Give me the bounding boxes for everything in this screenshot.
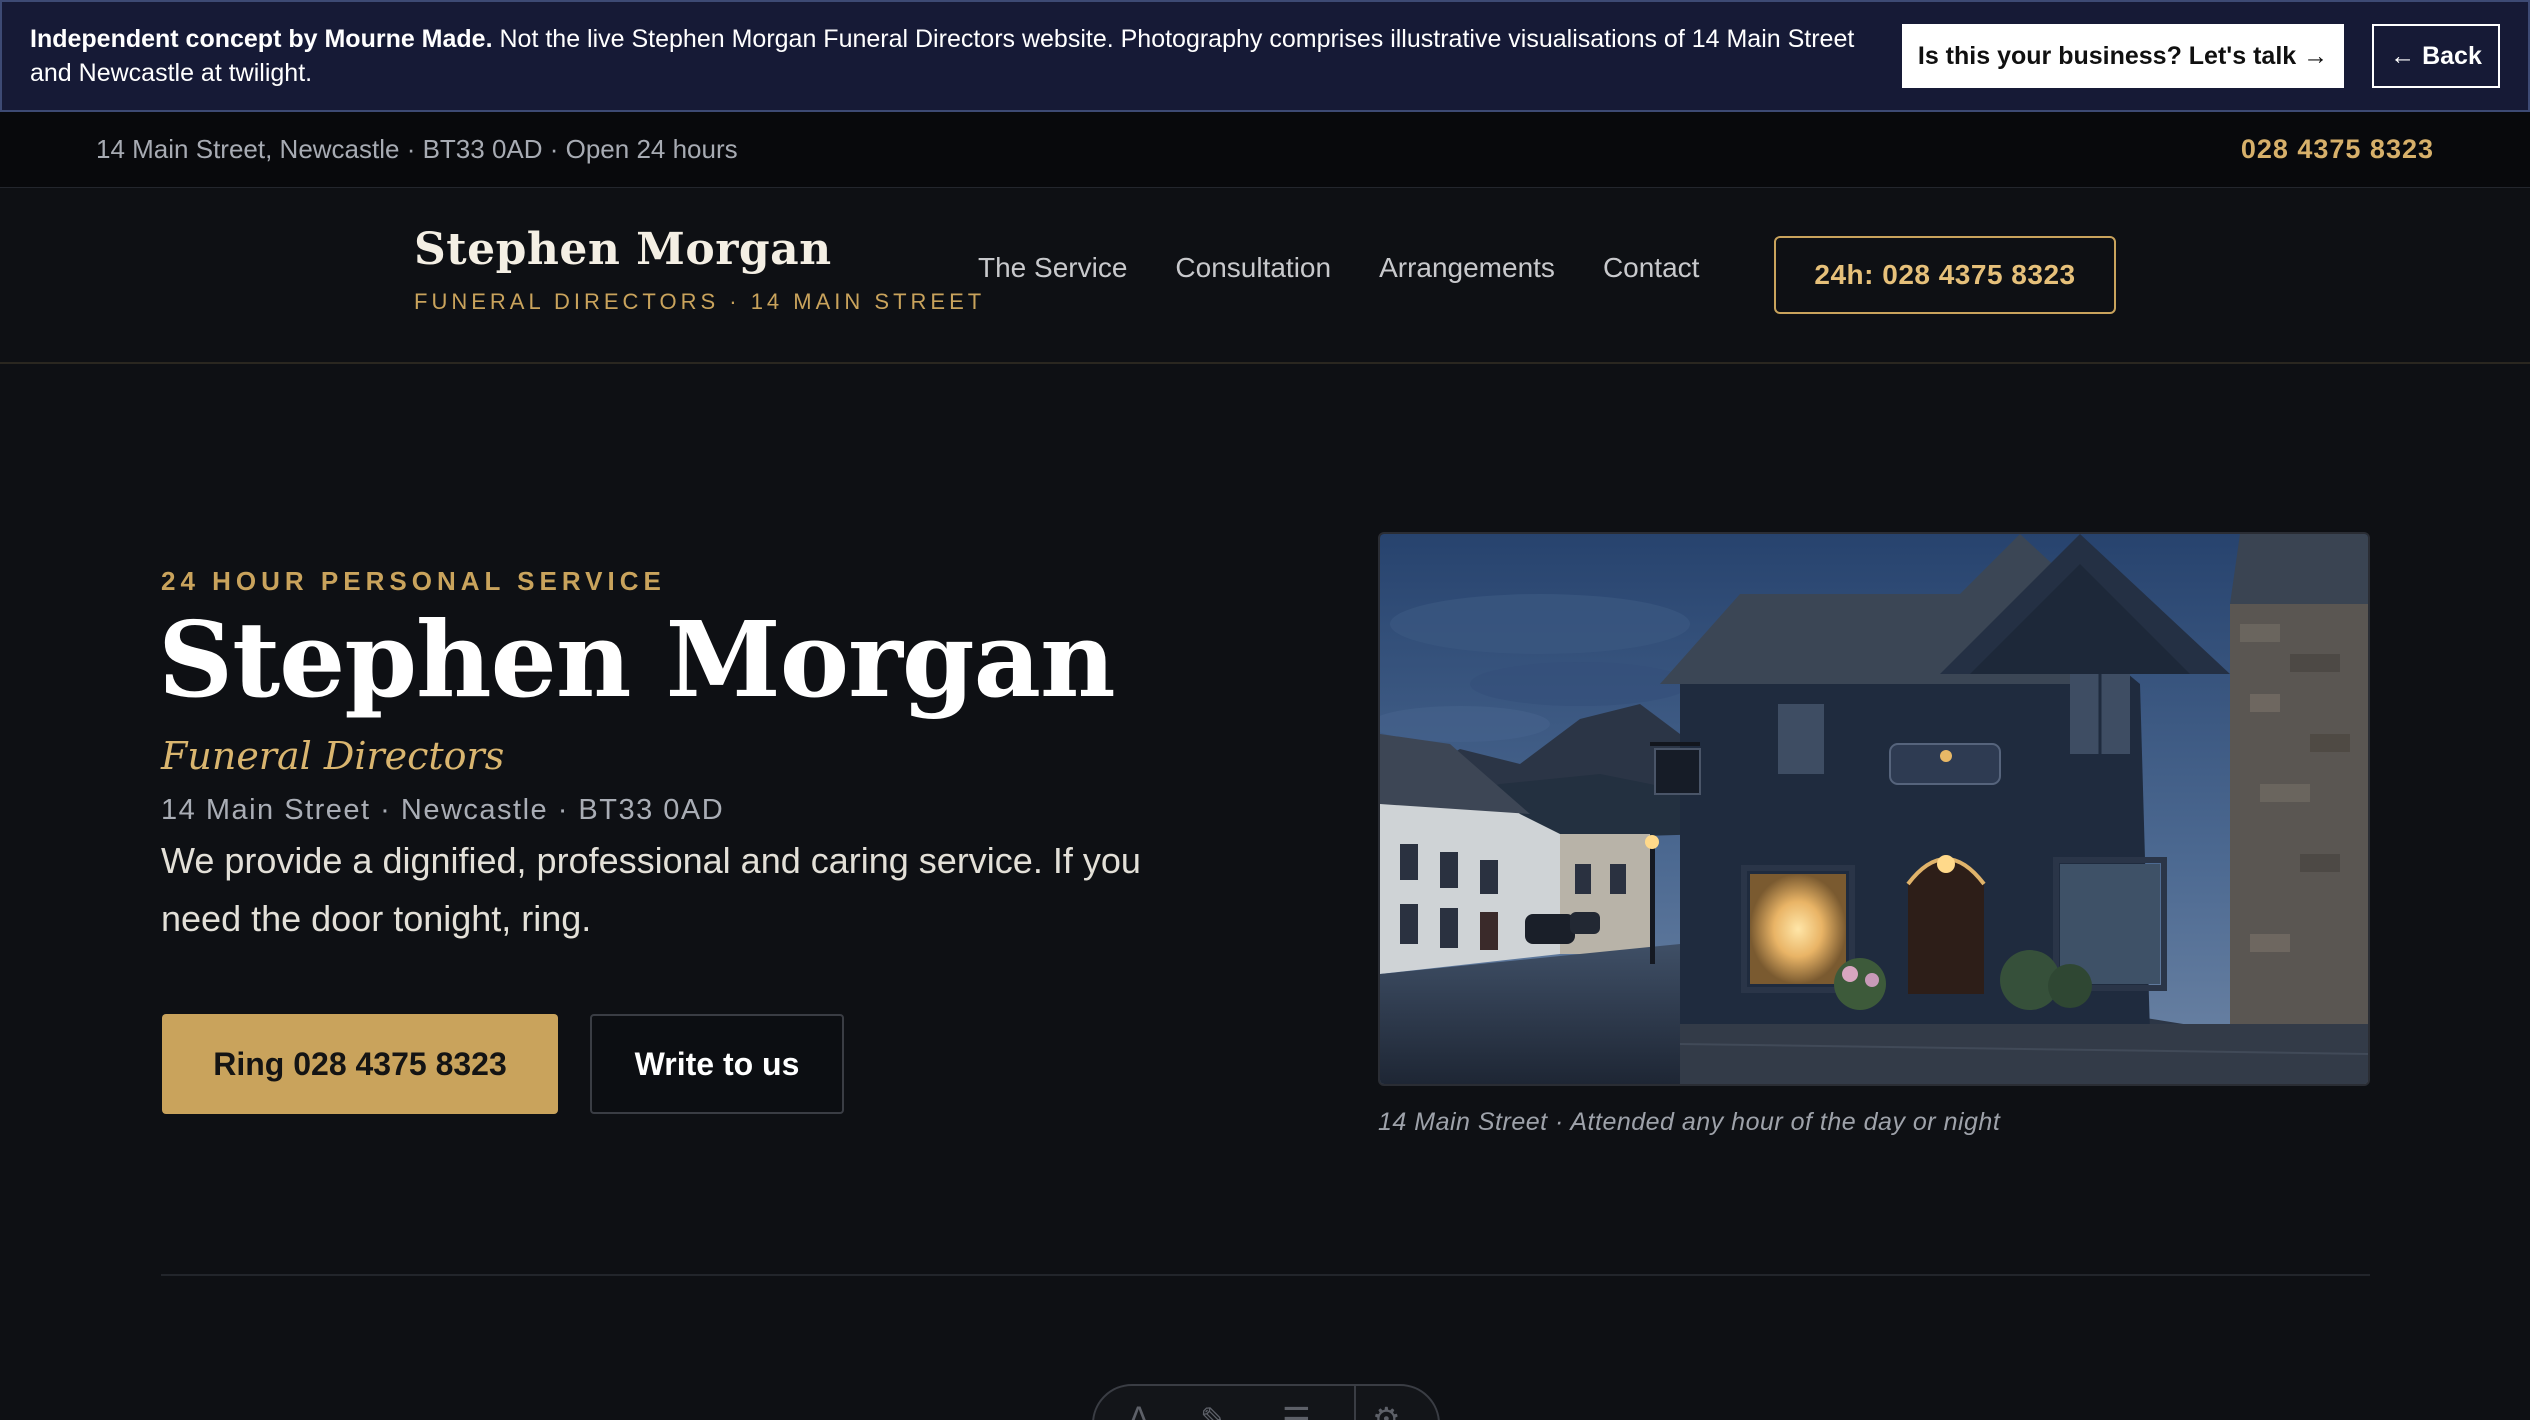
lets-talk-button[interactable]: Is this your business? Let's talk → [1902,24,2344,88]
toolbar-separator [1354,1386,1356,1420]
hero-image-caption: 14 Main Street · Attended any hour of th… [1378,1108,2001,1136]
nav-links: The Service Consultation Arrangements Co… [978,252,1699,284]
brush-icon[interactable]: ✎ [1200,1400,1227,1420]
nav-link-contact[interactable]: Contact [1603,252,1700,284]
twilight-street-illustration [1380,534,2368,1084]
floating-toolbar: A ✎ ☰ ⚙ [1092,1384,1440,1420]
ring-button[interactable]: Ring 028 4375 8323 [162,1014,558,1114]
hero-eyebrow: 24 HOUR PERSONAL SERVICE [161,566,666,596]
gear-icon[interactable]: ⚙ [1372,1400,1401,1420]
nav-link-the-service[interactable]: The Service [978,252,1127,284]
brand-name: Stephen Morgan [414,224,832,275]
brand-tagline: FUNERAL DIRECTORS · 14 MAIN STREET [414,289,986,314]
hero-title: Stephen Morgan [158,598,1116,721]
concept-banner: Independent concept by Mourne Made. Not … [0,0,2530,112]
info-address: 14 Main Street, Newcastle · BT33 0AD · O… [96,134,738,164]
brand-logo[interactable]: Stephen Morgan FUNERAL DIRECTORS · 14 MA… [414,224,985,315]
concept-notice-bold: Independent concept by Mourne Made. [30,25,493,53]
section-divider [161,1274,2370,1276]
info-bar: 14 Main Street, Newcastle · BT33 0AD · O… [0,112,2530,188]
back-button[interactable]: ← Back [2372,24,2500,88]
hero-description: We provide a dignified, professional and… [161,840,1141,939]
concept-notice: Independent concept by Mourne Made. Not … [30,22,1902,90]
main-nav: Stephen Morgan FUNERAL DIRECTORS · 14 MA… [0,188,2530,364]
info-phone-link[interactable]: 028 4375 8323 [2241,134,2434,165]
nav-phone-button[interactable]: 24h: 028 4375 8323 [1774,236,2116,314]
write-to-us-button[interactable]: Write to us [590,1014,844,1114]
nav-link-arrangements[interactable]: Arrangements [1379,252,1555,284]
nav-link-consultation[interactable]: Consultation [1175,252,1331,284]
hero-image [1378,532,2370,1086]
list-icon[interactable]: ☰ [1282,1400,1311,1420]
hero-address: 14 Main Street · Newcastle · BT33 0AD [161,794,725,826]
hero-subtitle: Funeral Directors [161,734,505,778]
text-icon[interactable]: A [1128,1400,1149,1420]
